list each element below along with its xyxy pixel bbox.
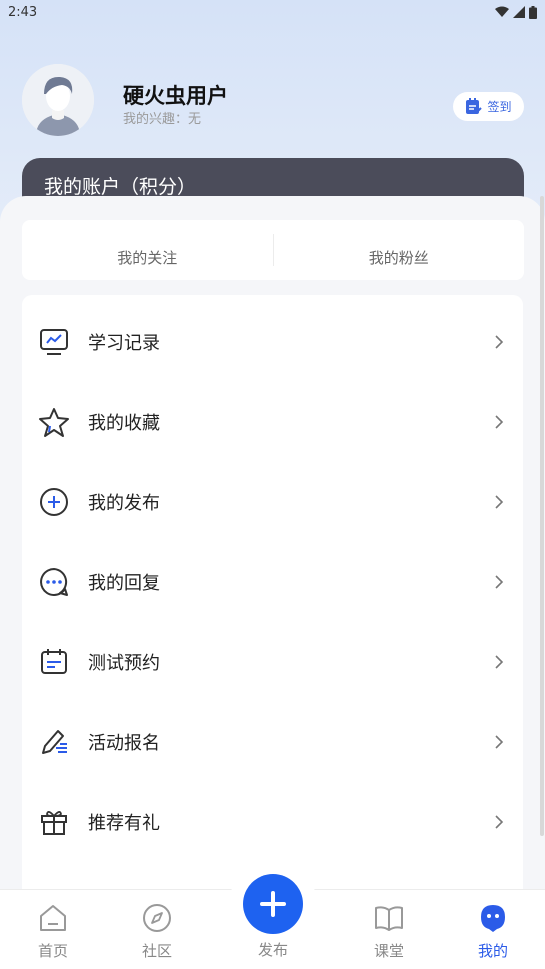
tab-classroom-label: 课堂 (373, 942, 404, 960)
chevron-right-icon (495, 655, 504, 669)
publish-button[interactable] (243, 874, 303, 934)
status-time: 2:43 (8, 4, 38, 20)
chevron-right-icon (495, 575, 504, 589)
menu-item-event-signup[interactable]: 活动报名 (22, 702, 523, 782)
scrollbar[interactable] (540, 196, 544, 836)
tab-classroom[interactable]: 课堂 (349, 890, 429, 969)
tab-home[interactable]: 首页 (13, 890, 93, 969)
home-icon (40, 905, 66, 931)
star-icon (38, 406, 70, 438)
monitor-chart-icon (38, 326, 70, 358)
menu-label: 我的回复 (88, 573, 160, 594)
menu-item-my-replies[interactable]: 我的回复 (22, 542, 523, 622)
tab-community-label: 社区 (141, 942, 172, 960)
plus-icon (260, 891, 286, 917)
menu-list: 学习记录 我的收藏 我的发布 我的回复 测试预约 活动报名 推荐有礼 (22, 295, 523, 905)
chevron-right-icon (495, 495, 504, 509)
chevron-right-icon (495, 815, 504, 829)
my-following-link[interactable]: 我的关注 (22, 233, 273, 268)
chevron-right-icon (495, 335, 504, 349)
wifi-icon (495, 6, 509, 17)
tab-home-label: 首页 (37, 942, 68, 960)
book-icon (375, 906, 403, 931)
compass-icon (143, 904, 171, 932)
checkin-label: 签到 (487, 100, 512, 114)
gift-icon (38, 806, 70, 838)
menu-label: 测试预约 (88, 653, 160, 674)
publish-label: 发布 (257, 941, 288, 959)
pen-signup-icon (38, 726, 70, 758)
interest-text: 我的兴趣：无 (123, 112, 202, 127)
tab-community[interactable]: 社区 (117, 890, 197, 969)
mine-face-icon (481, 905, 505, 932)
menu-label: 我的收藏 (88, 413, 160, 434)
username: 硬火虫用户 (123, 84, 228, 108)
status-bar: 2:43 (0, 0, 545, 24)
chevron-right-icon (495, 415, 504, 429)
menu-item-referral-gift[interactable]: 推荐有礼 (22, 782, 523, 862)
menu-label: 学习记录 (88, 333, 160, 354)
menu-item-test-booking[interactable]: 测试预约 (22, 622, 523, 702)
my-fans-link[interactable]: 我的粉丝 (274, 233, 525, 268)
menu-item-study-record[interactable]: 学习记录 (22, 302, 523, 382)
plus-circle-icon (38, 486, 70, 518)
checkin-button[interactable]: 签到 (453, 92, 524, 121)
calendar-icon (38, 646, 70, 678)
default-avatar-icon (22, 64, 94, 136)
battery-icon (529, 5, 537, 19)
profile-header: 硬火虫用户 我的兴趣：无 签到 (22, 64, 524, 136)
menu-label: 活动报名 (88, 733, 160, 754)
menu-item-my-posts[interactable]: 我的发布 (22, 462, 523, 542)
status-icons (495, 5, 537, 19)
follow-card: 我的关注 我的粉丝 (22, 220, 524, 280)
menu-item-favorites[interactable]: 我的收藏 (22, 382, 523, 462)
checkin-calendar-icon (466, 98, 483, 114)
menu-label: 我的发布 (88, 493, 160, 514)
menu-label: 推荐有礼 (88, 813, 160, 834)
tab-mine-label: 我的 (477, 942, 508, 960)
account-title: 我的账户（积分） (44, 176, 197, 198)
chevron-right-icon (495, 735, 504, 749)
avatar[interactable] (22, 64, 94, 136)
tab-mine[interactable]: 我的 (453, 890, 533, 969)
signal-icon (513, 6, 525, 18)
chat-bubble-icon (38, 566, 70, 598)
